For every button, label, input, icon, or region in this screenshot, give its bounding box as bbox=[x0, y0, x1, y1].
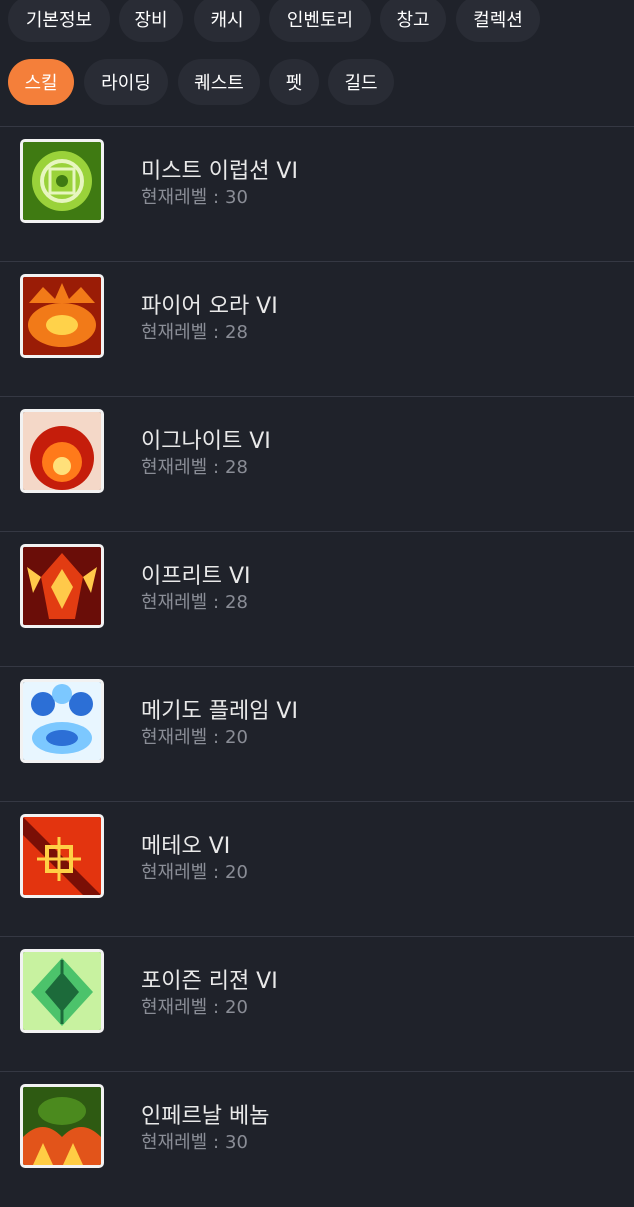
skill-level: 현재레벨 :30 bbox=[141, 183, 248, 209]
infernal-venom-icon bbox=[20, 1084, 104, 1168]
level-value: 28 bbox=[225, 592, 248, 613]
skill-item[interactable]: 포이즌 리젼 VI 현재레벨 :20 bbox=[0, 937, 634, 1072]
meteor-icon bbox=[20, 814, 104, 898]
megido-flame-icon-graphic bbox=[23, 682, 101, 760]
skill-name: 미스트 이럽션 VI bbox=[141, 159, 298, 184]
skill-item[interactable]: 파이어 오라 VI 현재레벨 :28 bbox=[0, 262, 634, 397]
skill-item[interactable]: 이그나이트 VI 현재레벨 :28 bbox=[0, 397, 634, 532]
ifrit-icon-graphic bbox=[23, 547, 101, 625]
tab-basic-info[interactable]: 기본정보 bbox=[8, 0, 110, 42]
tab-riding[interactable]: 라이딩 bbox=[84, 59, 168, 105]
skill-name: 포이즌 리젼 VI bbox=[141, 969, 278, 994]
fire-aura-icon-graphic bbox=[23, 277, 101, 355]
tab-equipment[interactable]: 장비 bbox=[119, 0, 183, 42]
level-value: 20 bbox=[225, 727, 248, 748]
fire-aura-icon bbox=[20, 274, 104, 358]
skill-name: 파이어 오라 VI bbox=[141, 294, 278, 319]
tab-storage[interactable]: 창고 bbox=[380, 0, 446, 42]
skill-name: 이프리트 VI bbox=[141, 564, 251, 589]
skill-level: 현재레벨 :28 bbox=[141, 588, 248, 614]
level-value: 28 bbox=[225, 322, 248, 343]
skill-item[interactable]: 메기도 플레임 VI 현재레벨 :20 bbox=[0, 667, 634, 802]
level-label: 현재레벨 : bbox=[141, 727, 220, 748]
skill-item[interactable]: 메테오 VI 현재레벨 :20 bbox=[0, 802, 634, 937]
skill-level: 현재레벨 :20 bbox=[141, 723, 248, 749]
skill-name: 이그나이트 VI bbox=[141, 429, 271, 454]
level-label: 현재레벨 : bbox=[141, 862, 220, 883]
level-label: 현재레벨 : bbox=[141, 457, 220, 478]
skill-level: 현재레벨 :28 bbox=[141, 453, 248, 479]
skill-level: 현재레벨 :30 bbox=[141, 1128, 248, 1154]
level-value: 20 bbox=[225, 997, 248, 1018]
level-label: 현재레벨 : bbox=[141, 997, 220, 1018]
level-label: 현재레벨 : bbox=[141, 322, 220, 343]
skill-item[interactable]: 인페르날 베놈 현재레벨 :30 bbox=[0, 1072, 634, 1207]
level-label: 현재레벨 : bbox=[141, 187, 220, 208]
infernal-venom-icon-graphic bbox=[23, 1087, 101, 1165]
tab-guild[interactable]: 길드 bbox=[328, 59, 394, 105]
skill-name: 인페르날 베놈 bbox=[141, 1104, 270, 1129]
poison-region-icon bbox=[20, 949, 104, 1033]
skill-item[interactable]: 이프리트 VI 현재레벨 :28 bbox=[0, 532, 634, 667]
ignite-icon-graphic bbox=[23, 412, 101, 490]
tab-skill[interactable]: 스킬 bbox=[8, 59, 74, 105]
skill-level: 현재레벨 :20 bbox=[141, 993, 248, 1019]
mist-eruption-icon bbox=[20, 139, 104, 223]
megido-flame-icon bbox=[20, 679, 104, 763]
level-value: 30 bbox=[225, 1132, 248, 1153]
skill-list: 미스트 이럽션 VI 현재레벨 :30 파이어 오라 VI 현재레벨 :28 이… bbox=[0, 127, 634, 1207]
skill-name: 메기도 플레임 VI bbox=[141, 699, 298, 724]
level-label: 현재레벨 : bbox=[141, 1132, 220, 1153]
tab-inventory[interactable]: 인벤토리 bbox=[269, 0, 371, 42]
meteor-icon-graphic bbox=[23, 817, 101, 895]
tab-pet[interactable]: 펫 bbox=[269, 59, 319, 105]
level-value: 30 bbox=[225, 187, 248, 208]
level-label: 현재레벨 : bbox=[141, 592, 220, 613]
level-value: 20 bbox=[225, 862, 248, 883]
mist-eruption-icon-graphic bbox=[23, 142, 101, 220]
ifrit-icon bbox=[20, 544, 104, 628]
skill-item[interactable]: 미스트 이럽션 VI 현재레벨 :30 bbox=[0, 127, 634, 262]
ignite-icon bbox=[20, 409, 104, 493]
skill-level: 현재레벨 :28 bbox=[141, 318, 248, 344]
skill-name: 메테오 VI bbox=[141, 834, 231, 859]
tab-collection[interactable]: 컬렉션 bbox=[456, 0, 540, 42]
level-value: 28 bbox=[225, 457, 248, 478]
tab-quest[interactable]: 퀘스트 bbox=[178, 59, 260, 105]
skill-level: 현재레벨 :20 bbox=[141, 858, 248, 884]
tab-cash[interactable]: 캐시 bbox=[194, 0, 260, 42]
poison-region-icon-graphic bbox=[23, 952, 101, 1030]
